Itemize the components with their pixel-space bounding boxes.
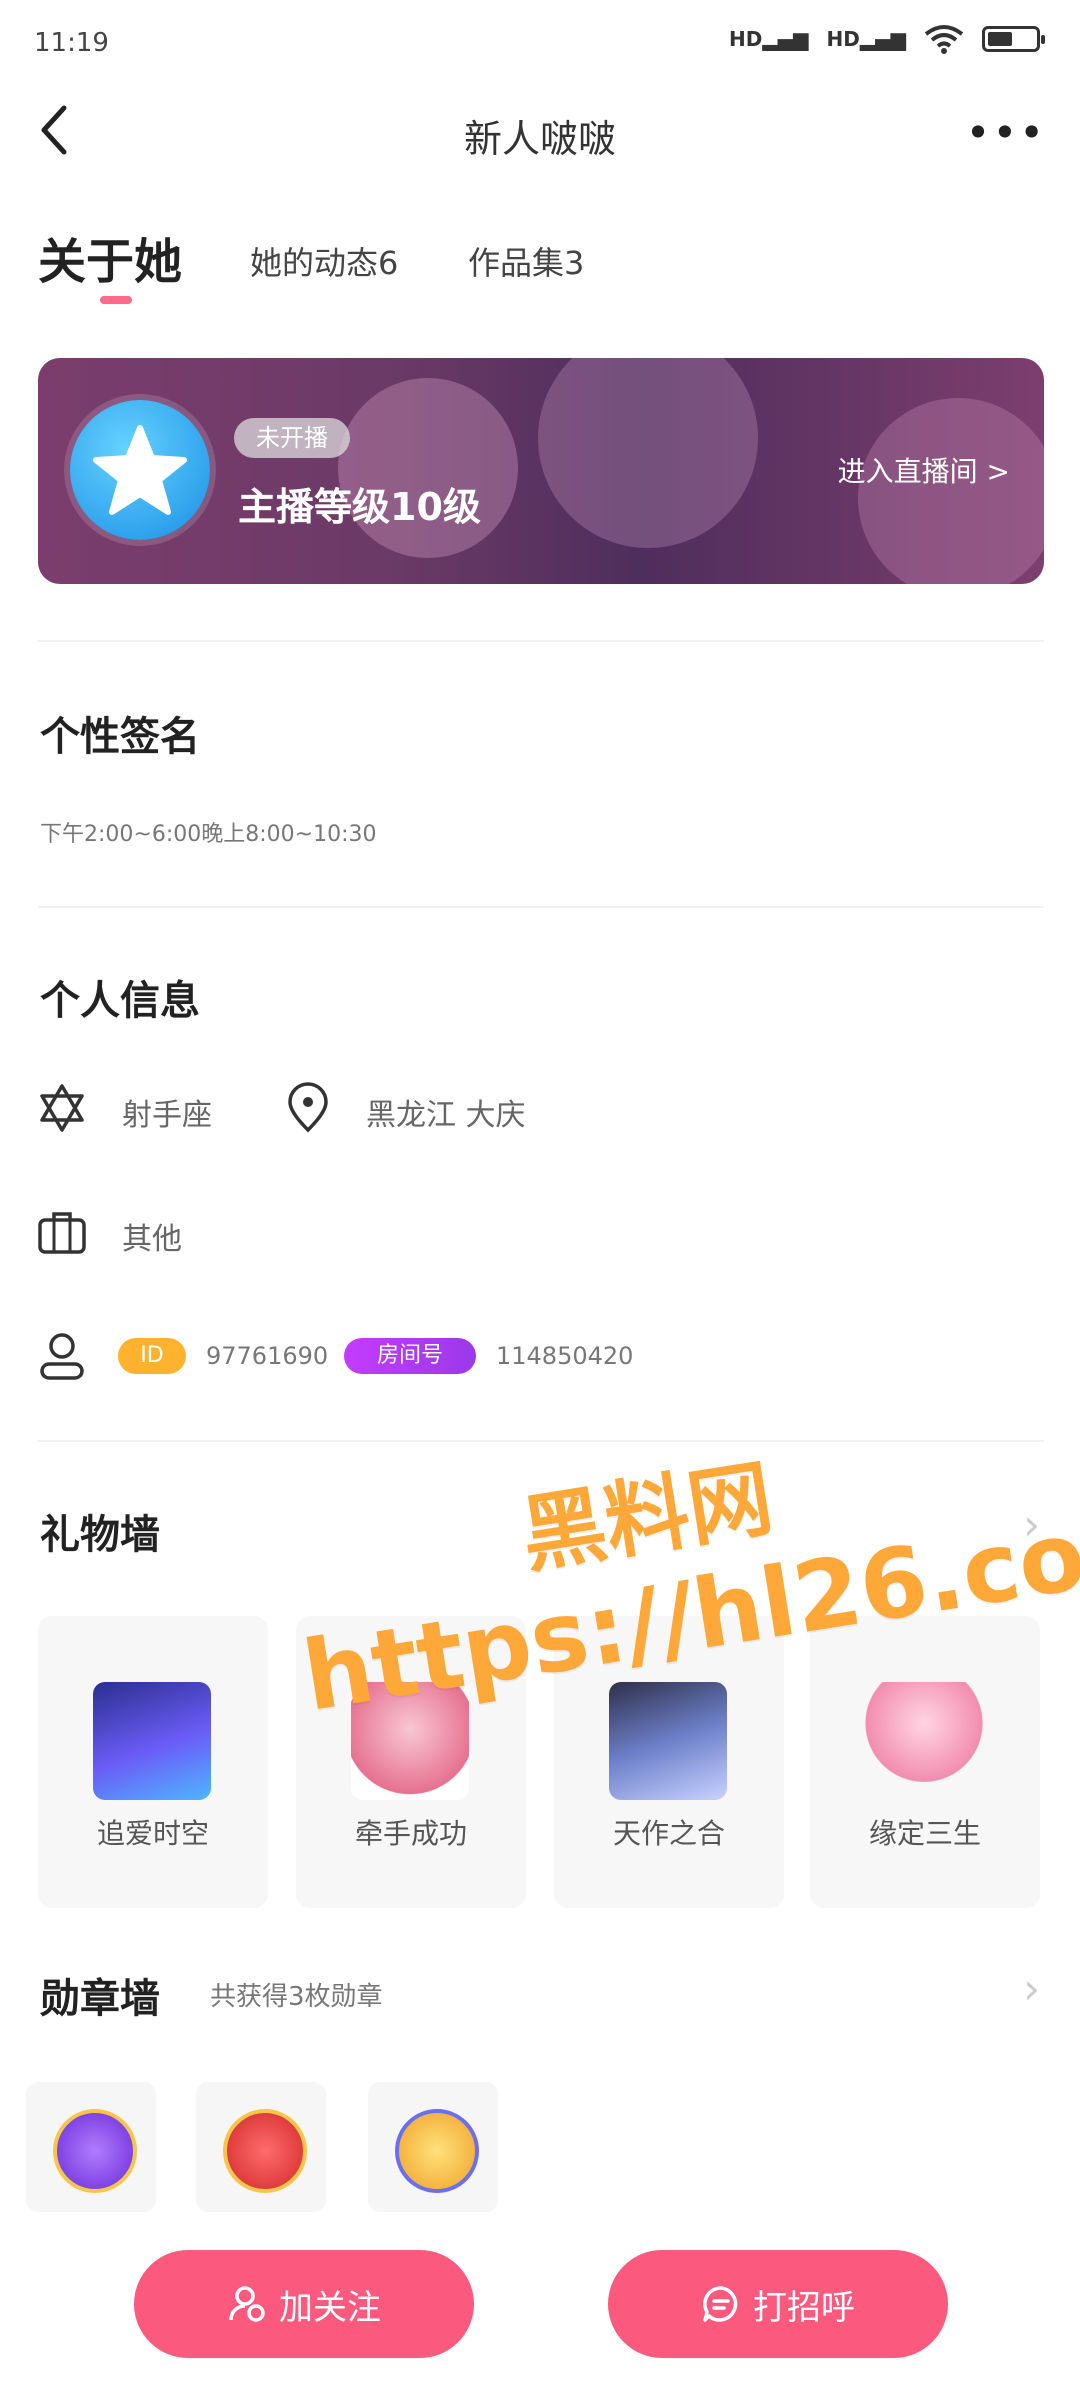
add-user-icon [229,2286,265,2322]
card-background-decor [858,398,1044,584]
occupation-text: 其他 [122,1222,182,1257]
user-id-value: 97761690 [206,1342,329,1370]
id-badge: ID [118,1338,186,1374]
personal-info-title: 个人信息 [40,978,200,1024]
medal-item[interactable] [196,2082,326,2212]
gift-name: 追爱时空 [96,1817,209,1850]
signature-title: 个性签名 [40,714,200,760]
gift-item[interactable]: 追爱时空 [38,1616,268,1908]
tab-about-her[interactable]: 关于她 [38,222,182,292]
gift-name: 天作之合 [612,1817,725,1850]
card-background-decor [338,378,518,558]
live-status-badge: 未开播 [234,418,350,458]
briefcase-icon [38,1212,86,1254]
star-of-david-zodiac-icon [40,1084,84,1132]
signature-text: 下午2:00~6:00晚上8:00~10:30 [40,822,377,847]
wifi-icon [924,25,964,54]
anchor-level-avatar [70,400,210,540]
signal-icon: HD▂▄▆ [729,27,809,51]
room-number-value: 114850420 [496,1342,634,1370]
gift-image [93,1682,211,1800]
gift-name: 缘定三生 [868,1817,981,1850]
greet-button[interactable]: 打招呼 [608,2250,948,2358]
room-number-badge: 房间号 [344,1338,476,1374]
follow-button[interactable]: 加关注 [134,2250,474,2358]
location-text: 黑龙江 大庆 [366,1098,526,1133]
signal-icon-2: HD▂▄▆ [826,27,907,51]
gift-item[interactable]: 缘定三生 [810,1616,1040,1908]
zodiac-text: 射手座 [122,1098,212,1133]
medal-item[interactable] [368,2082,498,2212]
medal-wall-title[interactable]: 勋章墙 [40,1966,160,2024]
user-icon [40,1333,84,1380]
gift-name: 牵手成功 [354,1817,467,1850]
tab-portfolio[interactable]: 作品集3 [468,238,584,284]
tab-active-indicator [100,296,132,304]
more-options-icon[interactable]: ••• [966,108,1046,157]
star-icon [93,425,187,515]
enter-live-room-link[interactable]: 进入直播间 > [838,450,1010,490]
anchor-level-text: 主播等级10级 [238,485,481,529]
card-background-decor [538,358,758,548]
medal-item[interactable] [26,2082,156,2212]
medal-icon [395,2109,479,2193]
page-title: 新人啵啵 [463,117,616,161]
divider [38,640,1044,642]
medal-icon [53,2109,137,2193]
status-icons: HD▂▄▆ HD▂▄▆ [729,24,1045,54]
gift-wall-title[interactable]: 礼物墙 [40,1502,160,1560]
greet-button-label: 打招呼 [753,2287,855,2328]
gift-image [609,1682,727,1800]
medal-wall-chevron-icon[interactable]: › [1023,1964,1040,2013]
medal-icon [223,2109,307,2193]
divider [38,1440,1044,1442]
battery-icon [982,26,1045,52]
medal-count-text: 共获得3枚勋章 [210,1982,383,2012]
anchor-level-card[interactable]: 未开播 主播等级10级 进入直播间 > [38,358,1044,584]
chat-bubble-icon [703,2286,738,2322]
location-pin-icon [288,1082,328,1133]
status-time: 11:19 [34,28,109,58]
divider [38,906,1044,908]
gift-image [865,1682,983,1800]
tab-her-posts[interactable]: 她的动态6 [250,238,398,284]
follow-button-label: 加关注 [279,2287,381,2328]
